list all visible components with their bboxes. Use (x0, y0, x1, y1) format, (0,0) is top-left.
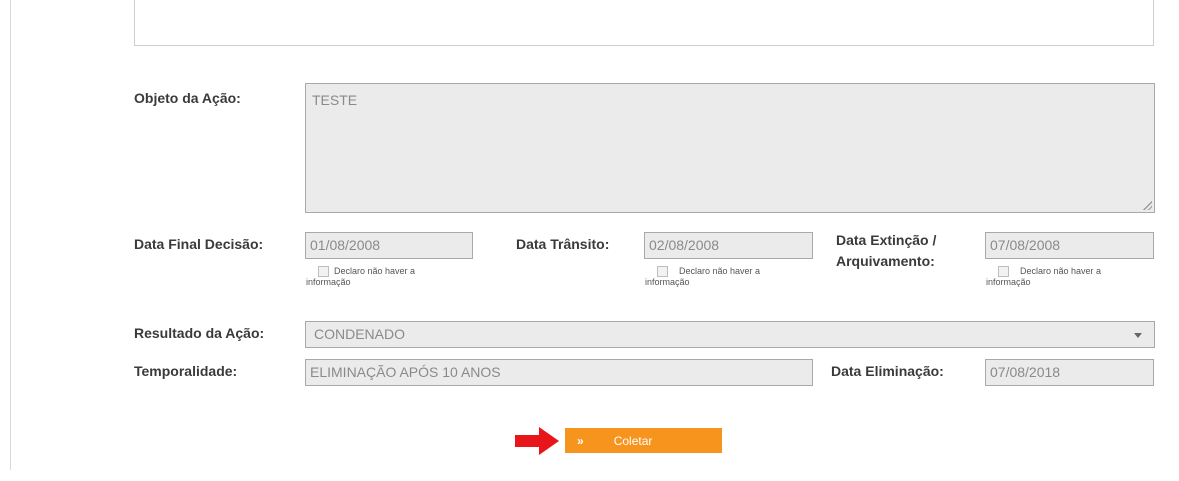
chevron-down-icon (1134, 333, 1142, 338)
data-eliminacao-label: Data Eliminação: (831, 363, 944, 379)
data-final-value: 01/08/2008 (310, 237, 381, 253)
data-transito-label: Data Trânsito: (516, 236, 610, 252)
left-border (10, 0, 11, 470)
checkbox-text-line1: Declaro não haver a (1020, 266, 1102, 276)
resultado-value: CONDENADO (314, 326, 406, 342)
data-transito-value: 02/08/2008 (649, 237, 720, 253)
data-extincao-value: 07/08/2008 (990, 237, 1061, 253)
data-extincao-label-line1: Data Extinção / (836, 232, 937, 248)
data-transito-input[interactable]: 02/08/2008 (644, 232, 813, 259)
checkbox-text-line2: informação (986, 277, 1031, 287)
data-extincao-checkbox-row: Declaro não haver a informação (986, 266, 1102, 288)
checkbox-text-line2: informação (306, 277, 351, 287)
data-final-input[interactable]: 01/08/2008 (305, 232, 473, 259)
double-chevron-right-icon: » (577, 433, 584, 448)
temporalidade-label: Temporalidade: (134, 363, 238, 379)
coletar-button[interactable]: » Coletar (565, 428, 722, 453)
data-final-checkbox-row: Declaro não haver a informação (306, 266, 416, 288)
data-extincao-input[interactable]: 07/08/2008 (985, 232, 1154, 259)
temporalidade-input[interactable]: ELIMINAÇÃO APÓS 10 ANOS (305, 359, 813, 386)
resize-handle-icon[interactable] (1143, 201, 1152, 210)
checkbox-text-line1: Declaro não haver a (334, 266, 416, 276)
data-transito-checkbox-row: Declaro não haver a informação (645, 266, 761, 288)
data-extincao-label: Data Extinção / Arquivamento: (836, 230, 936, 272)
resultado-select[interactable]: CONDENADO (305, 321, 1155, 348)
objeto-textarea[interactable]: TESTE (305, 83, 1155, 213)
resultado-label: Resultado da Ação: (134, 325, 265, 341)
red-arrow-right-icon (515, 427, 559, 455)
checkbox-text-line2: informação (645, 277, 690, 287)
objeto-label: Objeto da Ação: (134, 90, 241, 106)
data-eliminacao-value: 07/08/2018 (990, 364, 1061, 380)
data-final-checkbox[interactable] (318, 266, 329, 277)
data-final-label: Data Final Decisão: (134, 236, 264, 252)
data-extincao-label-line2: Arquivamento: (836, 253, 935, 269)
objeto-value: TESTE (312, 92, 358, 108)
previous-textarea[interactable] (134, 0, 1154, 46)
data-eliminacao-input[interactable]: 07/08/2018 (985, 359, 1154, 386)
coletar-label: Coletar (613, 433, 653, 448)
temporalidade-value: ELIMINAÇÃO APÓS 10 ANOS (310, 364, 501, 380)
data-extincao-checkbox[interactable] (998, 266, 1009, 277)
data-transito-checkbox[interactable] (657, 266, 668, 277)
checkbox-text-line1: Declaro não haver a (679, 266, 761, 276)
